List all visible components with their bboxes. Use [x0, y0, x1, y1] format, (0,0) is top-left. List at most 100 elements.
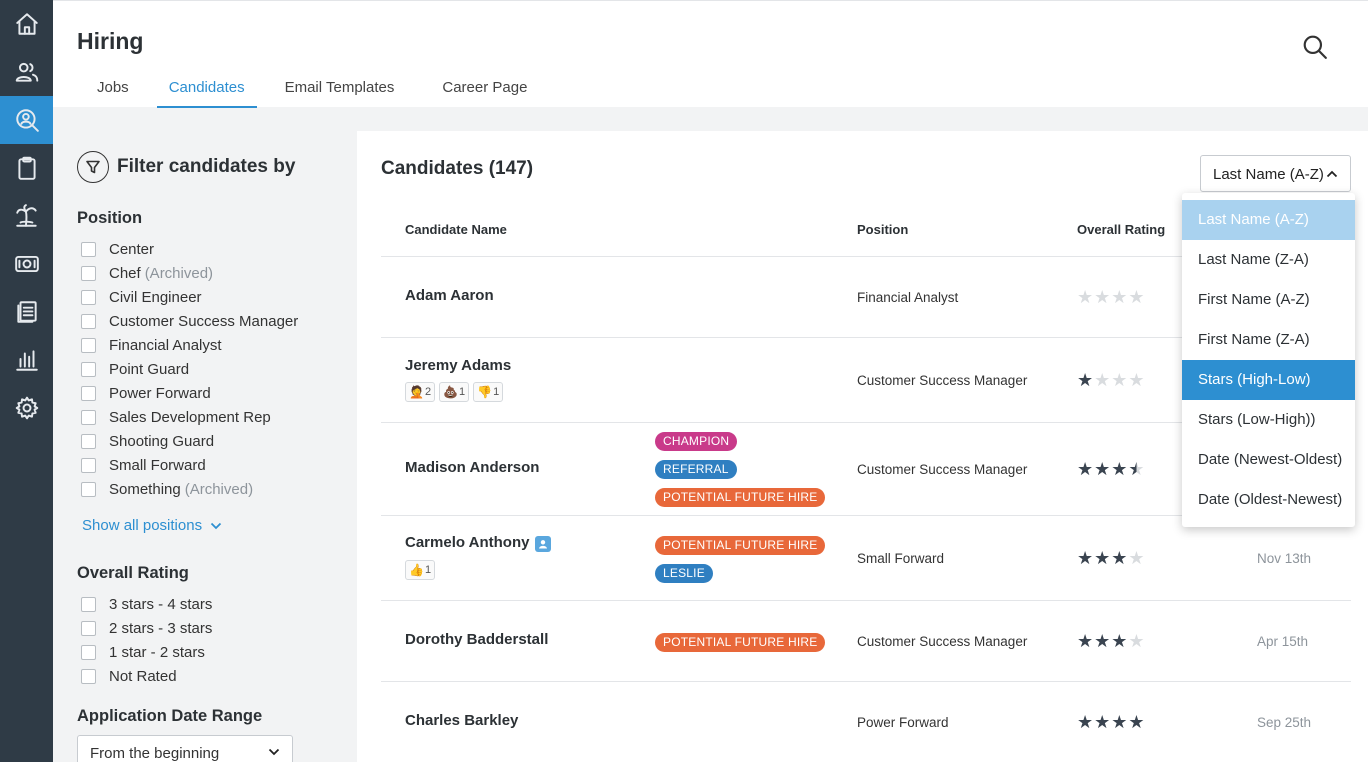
- rating-option[interactable]: 2 stars - 3 stars: [81, 616, 212, 640]
- nav-payroll[interactable]: [0, 240, 53, 288]
- checkbox[interactable]: [81, 265, 96, 281]
- candidate-name[interactable]: Jeremy Adams: [405, 357, 511, 374]
- sort-option-date-oldest-newest[interactable]: Date (Oldest-Newest): [1182, 480, 1355, 520]
- tag-champion[interactable]: CHAMPION: [655, 432, 738, 451]
- nav-reports[interactable]: [0, 336, 53, 384]
- sort-option-date-newest-oldest[interactable]: Date (Newest-Oldest): [1182, 440, 1355, 480]
- nav-people[interactable]: [0, 48, 53, 96]
- position-option[interactable]: Customer Success Manager: [81, 309, 298, 333]
- star-icon[interactable]: ★: [1077, 371, 1093, 389]
- star-rating[interactable]: ★ ★ ★ ★: [1077, 549, 1145, 567]
- star-icon[interactable]: ★: [1111, 549, 1127, 567]
- tag-referral[interactable]: REFERRAL: [655, 460, 737, 479]
- position-option[interactable]: Point Guard: [81, 357, 298, 381]
- sort-option-last-name-za[interactable]: Last Name (Z-A): [1182, 240, 1355, 280]
- candidate-name[interactable]: Carmelo Anthony: [405, 534, 552, 552]
- tab-candidates[interactable]: Candidates: [156, 75, 257, 108]
- rating-option[interactable]: 1 star - 2 stars: [81, 640, 212, 664]
- star-icon[interactable]: ★: [1077, 632, 1093, 650]
- show-all-positions-link[interactable]: Show all positions: [82, 517, 222, 534]
- sort-dropdown[interactable]: Last Name (A-Z): [1200, 155, 1351, 192]
- star-icon[interactable]: ★: [1128, 371, 1144, 389]
- nav-settings[interactable]: [0, 384, 53, 432]
- star-icon[interactable]: ★: [1094, 460, 1110, 478]
- checkbox[interactable]: [81, 620, 96, 636]
- star-icon[interactable]: ★: [1077, 288, 1093, 306]
- column-overall-rating[interactable]: Overall Rating: [1077, 222, 1165, 237]
- checkbox[interactable]: [81, 337, 96, 353]
- star-icon[interactable]: ★: [1094, 288, 1110, 306]
- position-option[interactable]: Financial Analyst: [81, 333, 298, 357]
- sort-option-stars-low-high[interactable]: Stars (Low-High)): [1182, 400, 1355, 440]
- star-icon[interactable]: ★: [1077, 460, 1093, 478]
- tag-potential-future-hire[interactable]: POTENTIAL FUTURE HIRE: [655, 536, 826, 555]
- candidate-name[interactable]: Dorothy Badderstall: [405, 631, 548, 648]
- star-rating[interactable]: ★ ★ ★ ★: [1077, 632, 1145, 650]
- position-option[interactable]: Shooting Guard: [81, 429, 298, 453]
- nav-documents[interactable]: [0, 288, 53, 336]
- checkbox[interactable]: [81, 644, 96, 660]
- candidate-name[interactable]: Madison Anderson: [405, 459, 539, 476]
- star-rating[interactable]: ★ ★ ★ ★: [1077, 460, 1145, 478]
- star-icon[interactable]: ★: [1094, 371, 1110, 389]
- position-option[interactable]: Center: [81, 237, 298, 261]
- tab-email-templates[interactable]: Email Templates: [265, 75, 415, 108]
- star-icon[interactable]: ★: [1128, 632, 1144, 650]
- search-button[interactable]: [1302, 34, 1330, 62]
- star-rating[interactable]: ★ ★ ★ ★: [1077, 288, 1145, 306]
- sort-option-first-name-za[interactable]: First Name (Z-A): [1182, 320, 1355, 360]
- tab-career-page[interactable]: Career Page: [422, 75, 547, 108]
- checkbox[interactable]: [81, 433, 96, 449]
- nav-time-off[interactable]: [0, 192, 53, 240]
- checkbox[interactable]: [81, 668, 96, 684]
- sort-option-last-name-az[interactable]: Last Name (A-Z): [1182, 200, 1355, 240]
- tag-potential-future-hire[interactable]: POTENTIAL FUTURE HIRE: [655, 633, 826, 652]
- position-option[interactable]: Power Forward: [81, 381, 298, 405]
- star-rating[interactable]: ★ ★ ★ ★: [1077, 371, 1145, 389]
- position-option[interactable]: Sales Development Rep: [81, 405, 298, 429]
- nav-clipboard[interactable]: [0, 144, 53, 192]
- checkbox[interactable]: [81, 361, 96, 377]
- position-option[interactable]: Civil Engineer: [81, 285, 298, 309]
- rating-option[interactable]: 3 stars - 4 stars: [81, 592, 212, 616]
- star-icon[interactable]: ★: [1111, 460, 1127, 478]
- star-icon[interactable]: ★: [1111, 632, 1127, 650]
- sort-option-stars-high-low[interactable]: Stars (High-Low): [1182, 360, 1355, 400]
- tag-leslie[interactable]: LESLIE: [655, 564, 713, 583]
- checkbox[interactable]: [81, 457, 96, 473]
- column-candidate-name[interactable]: Candidate Name: [405, 222, 507, 237]
- star-icon[interactable]: ★: [1077, 549, 1093, 567]
- star-icon[interactable]: ★: [1128, 713, 1144, 731]
- position-option[interactable]: Chef (Archived): [81, 261, 298, 285]
- reaction-thumbs-up[interactable]: 👍 1: [405, 560, 436, 580]
- date-range-select[interactable]: From the beginning: [77, 735, 293, 762]
- nav-home[interactable]: [0, 0, 53, 48]
- star-icon[interactable]: ★: [1111, 288, 1127, 306]
- table-row[interactable]: Carmelo Anthony 👍 1 POTENTIAL FUTURE HIRE…: [381, 516, 1351, 601]
- checkbox[interactable]: [81, 241, 96, 257]
- table-row[interactable]: Dorothy Badderstall POTENTIAL FUTURE HIR…: [381, 601, 1351, 682]
- column-position[interactable]: Position: [857, 222, 908, 237]
- checkbox[interactable]: [81, 596, 96, 612]
- candidate-name[interactable]: Adam Aaron: [405, 287, 494, 304]
- checkbox[interactable]: [81, 313, 96, 329]
- checkbox[interactable]: [81, 409, 96, 425]
- candidate-name[interactable]: Charles Barkley: [405, 712, 518, 729]
- position-option[interactable]: Small Forward: [81, 453, 298, 477]
- table-row[interactable]: Charles Barkley Power Forward ★ ★ ★ ★ Sep 2…: [381, 682, 1351, 762]
- checkbox[interactable]: [81, 385, 96, 401]
- position-option[interactable]: Something (Archived): [81, 477, 298, 501]
- star-icon[interactable]: ★: [1094, 632, 1110, 650]
- reaction-thumbs-down[interactable]: 👎 1: [473, 382, 504, 402]
- star-icon[interactable]: ★: [1111, 371, 1127, 389]
- sort-option-first-name-az[interactable]: First Name (A-Z): [1182, 280, 1355, 320]
- tab-jobs[interactable]: Jobs: [77, 75, 149, 108]
- rating-option[interactable]: Not Rated: [81, 664, 212, 688]
- star-icon[interactable]: ★: [1128, 549, 1144, 567]
- reaction-facepalm[interactable]: 🤦 2: [405, 382, 436, 402]
- star-icon[interactable]: ★: [1094, 713, 1110, 731]
- star-icon[interactable]: ★: [1111, 713, 1127, 731]
- checkbox[interactable]: [81, 481, 96, 497]
- star-icon[interactable]: ★: [1128, 460, 1144, 478]
- star-icon[interactable]: ★: [1094, 549, 1110, 567]
